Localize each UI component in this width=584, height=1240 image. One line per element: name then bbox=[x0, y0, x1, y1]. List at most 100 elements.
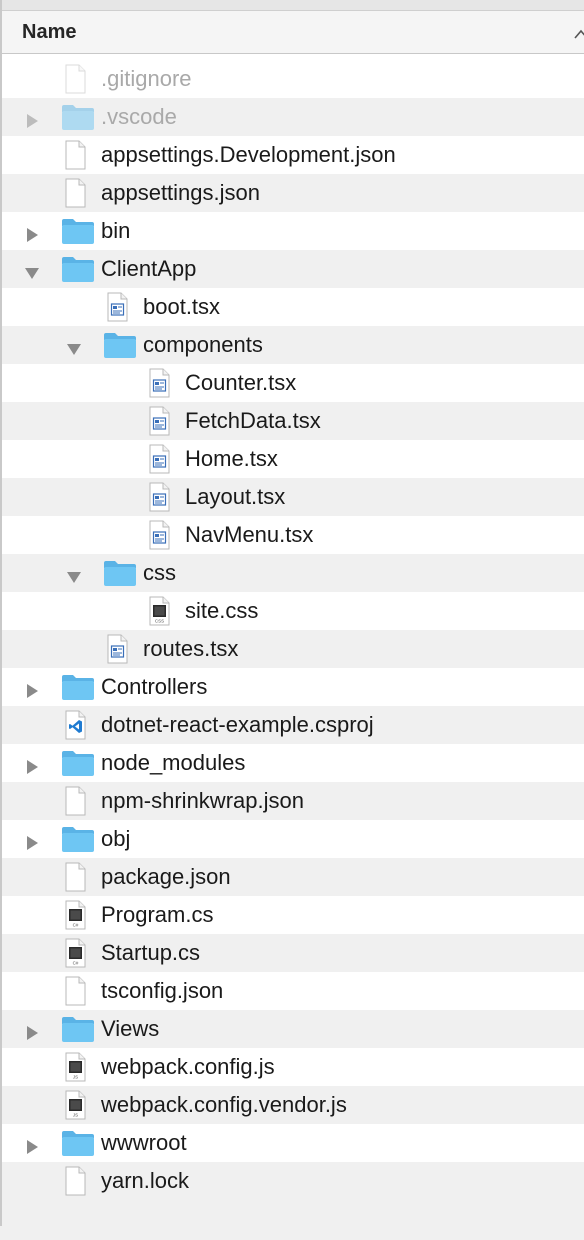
file-row[interactable]: boot.tsx bbox=[0, 288, 584, 326]
item-name: tsconfig.json bbox=[101, 978, 224, 1003]
file-row[interactable]: CSS site.css bbox=[0, 592, 584, 630]
file-row[interactable]: Counter.tsx bbox=[0, 364, 584, 402]
disclosure-collapsed-icon[interactable] bbox=[24, 109, 40, 128]
item-name: ClientApp bbox=[101, 256, 197, 281]
item-name: routes.tsx bbox=[143, 636, 239, 661]
file-row[interactable]: FetchData.tsx bbox=[0, 402, 584, 440]
file-row[interactable]: routes.tsx bbox=[0, 630, 584, 668]
folder-icon bbox=[61, 254, 95, 290]
file-row[interactable]: yarn.lock bbox=[0, 1162, 584, 1200]
item-name: webpack.config.js bbox=[101, 1054, 275, 1079]
folder-row[interactable]: .vscode bbox=[0, 98, 584, 136]
item-name: appsettings.Development.json bbox=[101, 142, 396, 167]
folder-icon bbox=[61, 1014, 95, 1050]
disclosure-collapsed-icon[interactable] bbox=[24, 831, 40, 850]
file-row[interactable]: appsettings.json bbox=[0, 174, 584, 212]
disclosure-expanded-icon[interactable] bbox=[66, 337, 82, 355]
svg-text:C#: C# bbox=[73, 923, 79, 928]
sort-ascending-icon[interactable] bbox=[574, 29, 584, 39]
svg-text:C#: C# bbox=[73, 961, 79, 966]
folder-icon bbox=[103, 558, 137, 594]
item-name: Home.tsx bbox=[185, 446, 278, 471]
cs-file-icon: C# bbox=[64, 900, 87, 936]
tsx-file-icon bbox=[148, 406, 171, 442]
disclosure-collapsed-icon[interactable] bbox=[24, 1135, 40, 1154]
disclosure-expanded-icon[interactable] bbox=[24, 261, 40, 279]
file-row[interactable]: package.json bbox=[0, 858, 584, 896]
folder-row[interactable]: ClientApp bbox=[0, 250, 584, 288]
folder-row[interactable]: Controllers bbox=[0, 668, 584, 706]
folder-row[interactable]: css bbox=[0, 554, 584, 592]
tsx-file-icon bbox=[106, 634, 129, 670]
file-row[interactable]: tsconfig.json bbox=[0, 972, 584, 1010]
item-name: Counter.tsx bbox=[185, 370, 297, 395]
file-row[interactable]: C# Program.cs bbox=[0, 896, 584, 934]
file-row[interactable]: NavMenu.tsx bbox=[0, 516, 584, 554]
tsx-file-icon bbox=[148, 444, 171, 480]
item-name: components bbox=[143, 332, 263, 357]
js-file-icon: JS bbox=[64, 1052, 87, 1088]
item-name: Layout.tsx bbox=[185, 484, 286, 509]
file-icon bbox=[64, 64, 87, 100]
item-name: Controllers bbox=[101, 674, 208, 699]
file-icon bbox=[64, 862, 87, 898]
window-top-strip bbox=[0, 0, 584, 10]
file-row[interactable]: dotnet-react-example.csproj bbox=[0, 706, 584, 744]
folder-icon bbox=[61, 1128, 95, 1164]
item-name: Program.cs bbox=[101, 902, 214, 927]
folder-row[interactable]: node_modules bbox=[0, 744, 584, 782]
item-name: Views bbox=[101, 1016, 160, 1041]
svg-text:JS: JS bbox=[73, 1075, 78, 1080]
folder-row[interactable]: obj bbox=[0, 820, 584, 858]
folder-icon bbox=[61, 824, 95, 860]
file-row[interactable]: JS webpack.config.js bbox=[0, 1048, 584, 1086]
folder-row[interactable]: components bbox=[0, 326, 584, 364]
file-icon bbox=[64, 1166, 87, 1202]
file-row[interactable]: Home.tsx bbox=[0, 440, 584, 478]
item-name: yarn.lock bbox=[101, 1168, 190, 1193]
tsx-file-icon bbox=[106, 292, 129, 328]
folder-row[interactable]: bin bbox=[0, 212, 584, 250]
disclosure-expanded-icon[interactable] bbox=[66, 565, 82, 583]
tsx-file-icon bbox=[148, 482, 171, 518]
file-row[interactable]: npm-shrinkwrap.json bbox=[0, 782, 584, 820]
file-row[interactable]: Layout.tsx bbox=[0, 478, 584, 516]
disclosure-collapsed-icon[interactable] bbox=[24, 223, 40, 242]
file-icon bbox=[64, 976, 87, 1012]
svg-text:JS: JS bbox=[73, 1113, 78, 1118]
column-header[interactable]: Name bbox=[0, 10, 584, 54]
file-icon bbox=[64, 786, 87, 822]
folder-row[interactable]: Views bbox=[0, 1010, 584, 1048]
file-row[interactable]: JS webpack.config.vendor.js bbox=[0, 1086, 584, 1124]
file-row[interactable]: .gitignore bbox=[0, 60, 584, 98]
item-name: package.json bbox=[101, 864, 231, 889]
file-row[interactable]: C# Startup.cs bbox=[0, 934, 584, 972]
tsx-file-icon bbox=[148, 368, 171, 404]
item-name: appsettings.json bbox=[101, 180, 260, 205]
pane-left-border bbox=[0, 0, 2, 1226]
js-file-icon: JS bbox=[64, 1090, 87, 1126]
item-name: .gitignore bbox=[101, 66, 192, 91]
item-name: .vscode bbox=[101, 104, 177, 129]
name-column-header-label[interactable]: Name bbox=[22, 21, 76, 44]
disclosure-collapsed-icon[interactable] bbox=[24, 1021, 40, 1040]
file-list: .gitignore .vscode appsettings.Development… bbox=[0, 60, 584, 1240]
item-name: FetchData.tsx bbox=[185, 408, 321, 433]
item-name: node_modules bbox=[101, 750, 246, 775]
disclosure-collapsed-icon[interactable] bbox=[24, 679, 40, 698]
empty-row bbox=[0, 1200, 584, 1240]
css-file-icon: CSS bbox=[148, 596, 171, 632]
item-name: boot.tsx bbox=[143, 294, 221, 319]
file-row[interactable]: appsettings.Development.json bbox=[0, 136, 584, 174]
folder-row[interactable]: wwwroot bbox=[0, 1124, 584, 1162]
item-name: css bbox=[143, 560, 176, 585]
svg-text:CSS: CSS bbox=[155, 619, 164, 624]
item-name: bin bbox=[101, 218, 131, 243]
item-name: webpack.config.vendor.js bbox=[101, 1092, 347, 1117]
folder-icon bbox=[61, 748, 95, 784]
vscode-file-icon bbox=[64, 710, 87, 746]
disclosure-collapsed-icon[interactable] bbox=[24, 755, 40, 774]
item-name: dotnet-react-example.csproj bbox=[101, 712, 374, 737]
folder-icon bbox=[61, 216, 95, 252]
item-name: obj bbox=[101, 826, 131, 851]
